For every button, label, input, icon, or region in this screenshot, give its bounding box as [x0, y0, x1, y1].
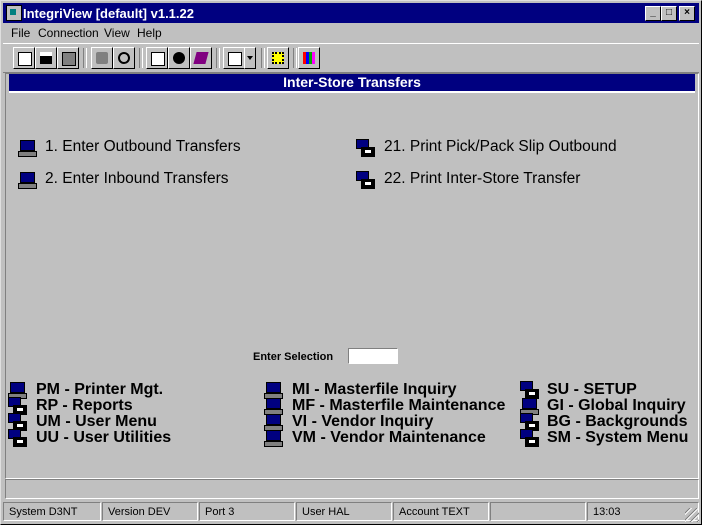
- toolbar-separator: [83, 48, 87, 68]
- status-empty: [490, 502, 586, 521]
- toolbar-separator: [261, 48, 265, 68]
- computer-icon: [264, 397, 283, 415]
- dropdown-icon[interactable]: [244, 47, 256, 69]
- computer-icon: [520, 397, 539, 415]
- minimize-button[interactable]: _: [645, 6, 661, 21]
- main-window: IntegriView [default] v1.1.22 _ □ × File…: [0, 0, 702, 525]
- computer-icon: [18, 139, 37, 157]
- menu-help[interactable]: Help: [137, 26, 162, 40]
- computer-icon: [264, 429, 283, 447]
- print-report-icon: [520, 381, 539, 399]
- option-print-pick-pack[interactable]: 21. Print Pick/Pack Slip Outbound: [384, 138, 617, 156]
- menu-file[interactable]: File: [11, 26, 30, 40]
- monitor-icon[interactable]: [168, 47, 190, 69]
- shortcut-uu[interactable]: UU - User Utilities: [36, 429, 171, 447]
- enter-selection-input[interactable]: [348, 348, 398, 364]
- computer-icon: [264, 413, 283, 431]
- print-report-icon: [8, 413, 27, 431]
- toolbar-separator: [216, 48, 220, 68]
- enter-selection-label: Enter Selection: [253, 351, 334, 363]
- shortcut-sm[interactable]: SM - System Menu: [547, 429, 688, 447]
- shortcut-vm[interactable]: VM - Vendor Maintenance: [292, 429, 486, 447]
- chart-icon[interactable]: [298, 47, 320, 69]
- close-button[interactable]: ×: [679, 6, 695, 21]
- status-port: Port 3: [199, 502, 295, 521]
- computer-icon: [8, 381, 27, 399]
- print-report-icon: [8, 429, 27, 447]
- terminal-screen: Inter-Store Transfers 1. Enter Outbound …: [5, 73, 699, 479]
- toolbar: [3, 43, 699, 73]
- save-icon[interactable]: [35, 47, 57, 69]
- speaker-icon[interactable]: [113, 47, 135, 69]
- status-system: System D3NT: [3, 502, 101, 521]
- print-report-icon: [520, 413, 539, 431]
- properties-icon[interactable]: [146, 47, 168, 69]
- title-bar[interactable]: IntegriView [default] v1.1.22 _ □ ×: [3, 3, 699, 23]
- option-enter-inbound[interactable]: 2. Enter Inbound Transfers: [45, 170, 229, 188]
- status-account: Account TEXT: [393, 502, 489, 521]
- app-icon[interactable]: [6, 5, 22, 21]
- status-time: 13:03: [587, 502, 699, 521]
- print-report-icon: [356, 171, 375, 189]
- print-report-icon: [520, 429, 539, 447]
- resize-grip[interactable]: [685, 508, 699, 522]
- screen-header: Inter-Store Transfers: [9, 74, 695, 93]
- copy-icon[interactable]: [13, 47, 35, 69]
- computer-icon: [18, 171, 37, 189]
- tree-icon[interactable]: [267, 47, 289, 69]
- status-user: User HAL: [296, 502, 392, 521]
- toolbar-separator: [139, 48, 143, 68]
- maximize-button[interactable]: □: [661, 6, 677, 21]
- option-print-transfer[interactable]: 22. Print Inter-Store Transfer: [384, 170, 580, 188]
- print-report-icon: [356, 139, 375, 157]
- toolbar-separator: [293, 48, 297, 68]
- computer-icon: [264, 381, 283, 399]
- window-title: IntegriView [default] v1.1.22: [23, 6, 194, 21]
- menu-view[interactable]: View: [104, 26, 130, 40]
- menu-connection[interactable]: Connection: [38, 26, 99, 40]
- print-report-icon: [8, 397, 27, 415]
- status-version: Version DEV: [102, 502, 198, 521]
- clipboard-icon[interactable]: [223, 47, 245, 69]
- print-icon[interactable]: [57, 47, 79, 69]
- lock-icon[interactable]: [91, 47, 113, 69]
- option-enter-outbound[interactable]: 1. Enter Outbound Transfers: [45, 138, 241, 156]
- menu-bar: File Connection View Help: [3, 24, 699, 42]
- message-bar: [5, 479, 699, 499]
- book-icon[interactable]: [190, 47, 212, 69]
